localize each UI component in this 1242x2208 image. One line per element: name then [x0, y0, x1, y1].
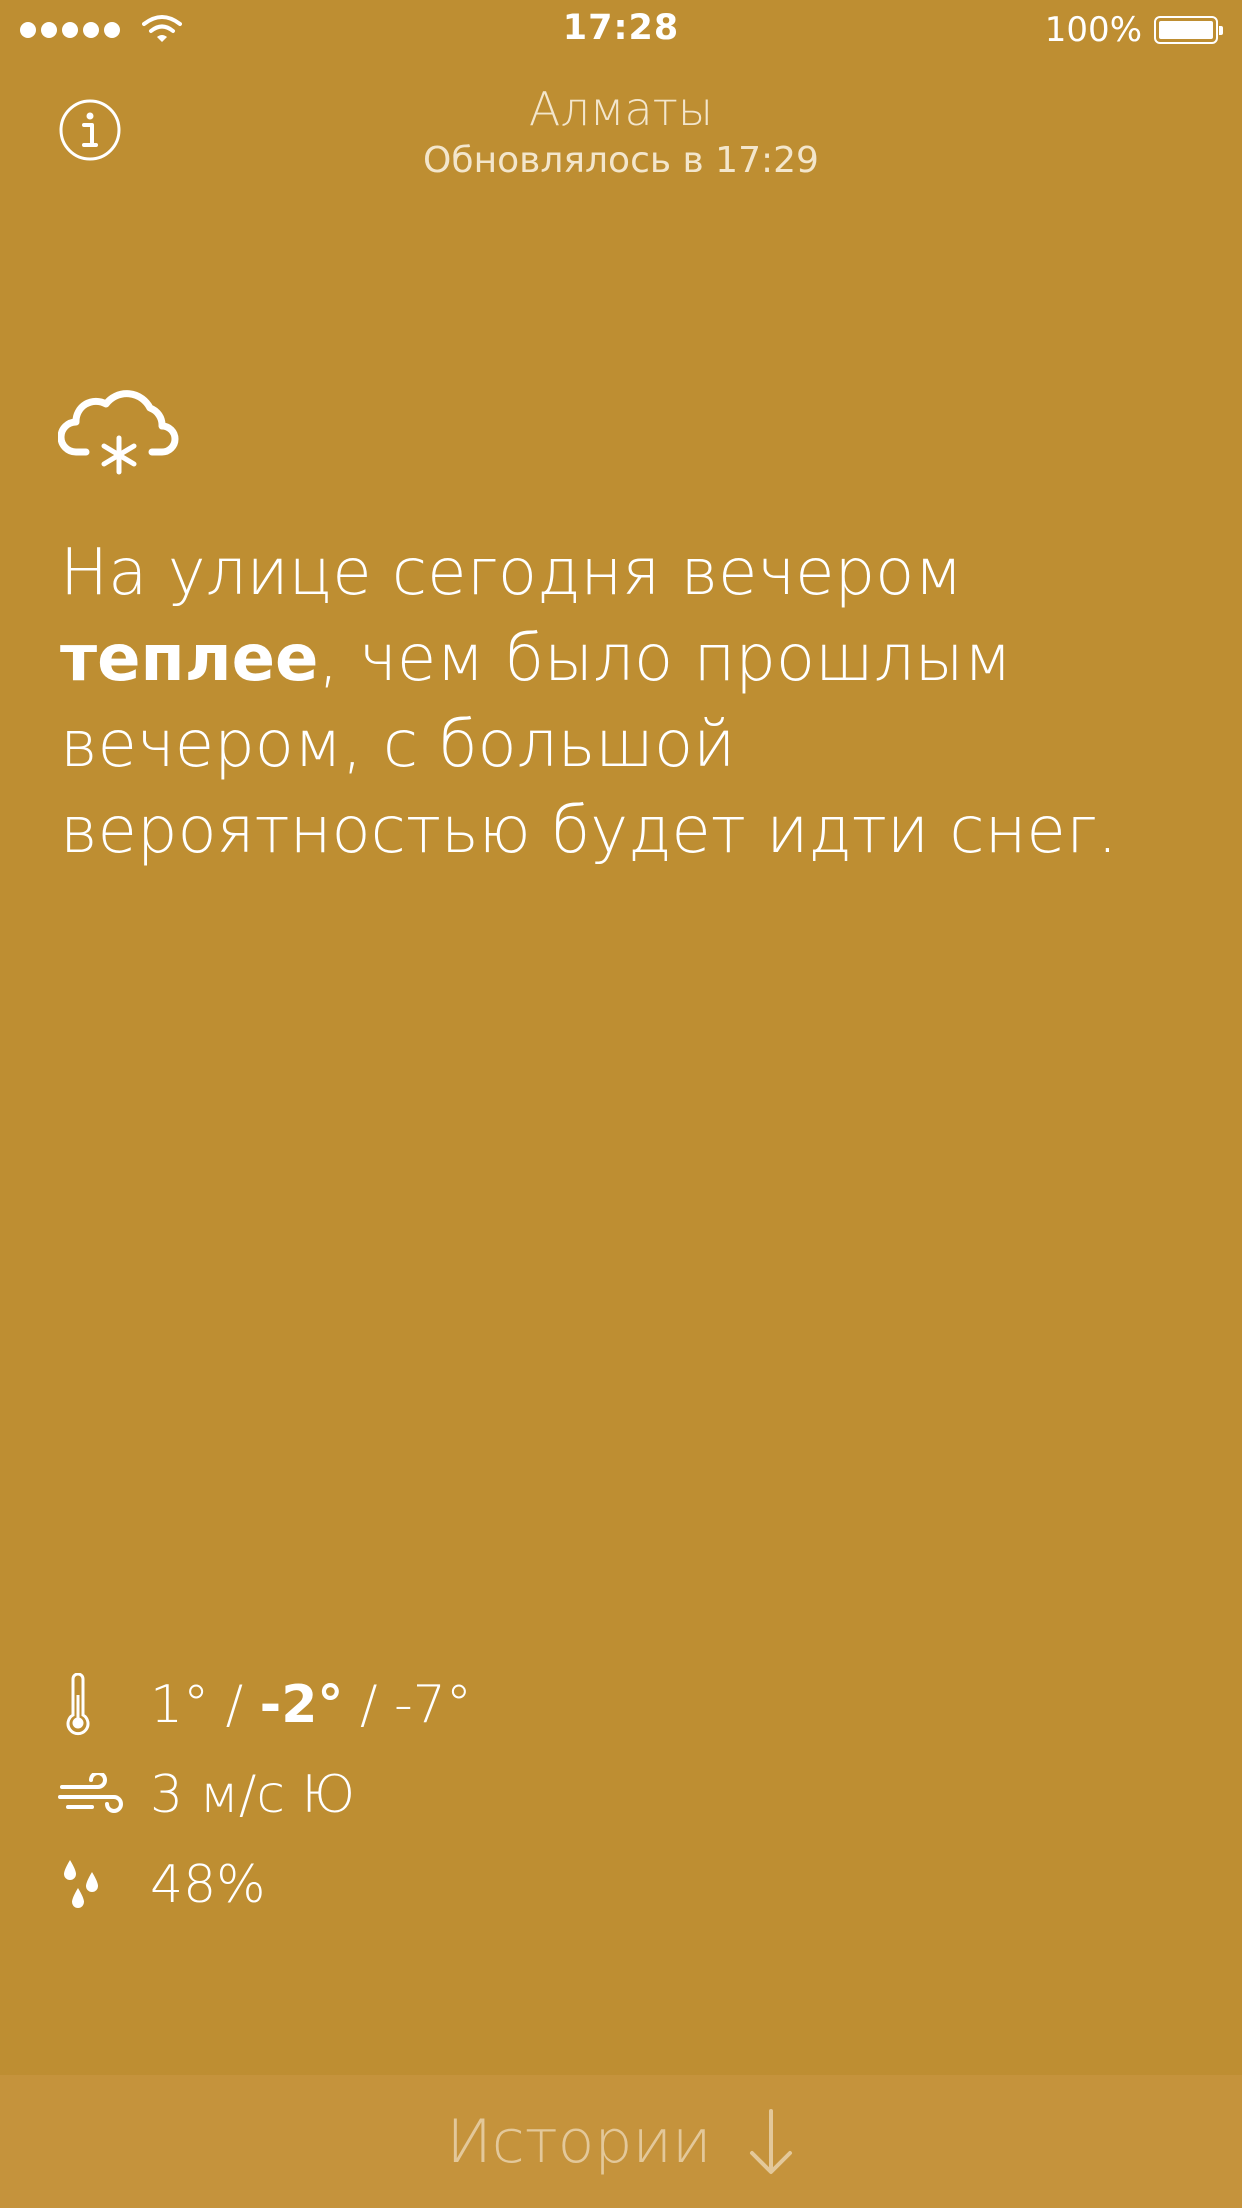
location-header: Алматы Обновлялось в 17:29 — [0, 80, 1242, 184]
city-name: Алматы — [528, 82, 714, 136]
cloud-snow-icon — [58, 390, 179, 475]
temp-separator: / — [343, 1675, 395, 1735]
last-updated: Обновлялось в 17:29 — [423, 140, 819, 181]
temp-high: 1° — [150, 1675, 210, 1735]
precipitation-text: 48% — [150, 1855, 266, 1915]
battery-percentage: 100% — [1044, 10, 1142, 50]
temperature-row: 1° / -2° / -7° — [58, 1660, 472, 1750]
thermometer-icon — [66, 1673, 90, 1736]
stories-button[interactable]: Истории — [0, 2075, 1242, 2208]
precipitation-row: 48% — [58, 1840, 472, 1930]
wind-row: 3 м/с Ю — [58, 1750, 472, 1840]
temp-current: -2° — [259, 1675, 344, 1735]
battery-icon — [1154, 16, 1223, 44]
temperature-text: 1° / -2° / -7° — [150, 1675, 472, 1735]
temp-separator: / — [209, 1675, 260, 1735]
weather-details: 1° / -2° / -7° 3 м/с Ю 48% — [58, 1660, 472, 1930]
summary-line-2: , чем было прошлым — [318, 622, 1012, 696]
summary-emphasis: теплее — [60, 622, 319, 696]
summary-line-1: На улице сегодня вечером — [60, 536, 963, 610]
summary-line-4: вероятностью будет идти снег. — [60, 794, 1118, 868]
weather-summary: На улице сегодня вечером теплее, чем был… — [60, 530, 1200, 874]
stories-label: Истории — [446, 2106, 712, 2177]
summary-line-3: вечером, с большой — [60, 708, 736, 782]
temp-low: -7° — [394, 1675, 472, 1735]
arrow-down-icon — [749, 2108, 792, 2174]
wind-icon — [58, 1773, 123, 1813]
raindrops-icon — [64, 1860, 98, 1908]
wind-text: 3 м/с Ю — [150, 1765, 356, 1825]
status-bar: 17:28 100% — [0, 0, 1242, 60]
